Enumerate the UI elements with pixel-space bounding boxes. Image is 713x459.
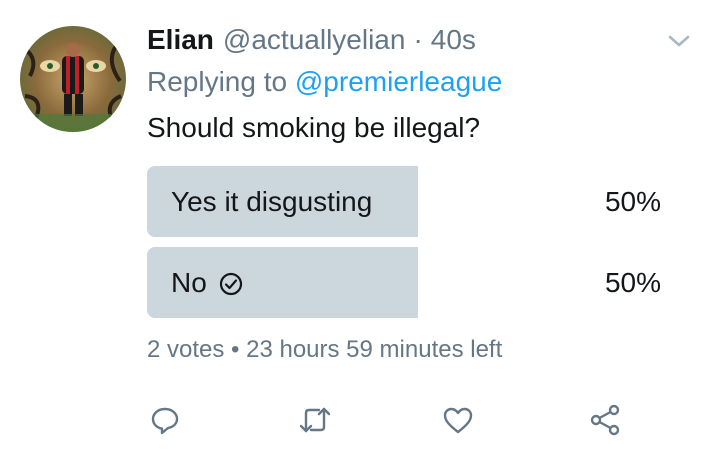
poll-option-percent: 50% bbox=[604, 266, 661, 298]
user-name[interactable]: Elian bbox=[147, 24, 214, 56]
tweet-text: Should smoking be illegal? bbox=[147, 112, 481, 143]
chevron-down-icon[interactable] bbox=[664, 30, 694, 52]
reply-handle-link[interactable]: @premierleague bbox=[295, 66, 502, 97]
retweet-icon[interactable] bbox=[297, 402, 333, 438]
check-circle-icon bbox=[219, 271, 243, 295]
poll-option-text: No bbox=[171, 266, 207, 298]
tweet-timestamp[interactable]: 40s bbox=[431, 24, 476, 56]
poll-option: Yes it disgusting 50% bbox=[147, 166, 673, 237]
tweet-card[interactable]: Elian @actuallyelian · 40s Replying to @… bbox=[0, 0, 713, 459]
poll-option-label: No bbox=[171, 247, 243, 318]
header-separator: · bbox=[413, 24, 423, 55]
poll-meta: 2 votes • 23 hours 59 minutes left bbox=[147, 336, 503, 363]
tweet-actions bbox=[147, 402, 637, 442]
user-handle[interactable]: @actuallyelian bbox=[223, 24, 406, 56]
replying-to-label: Replying to bbox=[147, 66, 288, 97]
poll-option: No 50% bbox=[147, 247, 673, 318]
replying-to: Replying to @premierleague bbox=[147, 66, 502, 98]
poll-option-percent: 50% bbox=[604, 185, 661, 217]
poll-option-label: Yes it disgusting bbox=[171, 166, 372, 237]
heart-icon[interactable] bbox=[440, 402, 476, 438]
share-icon[interactable] bbox=[587, 402, 623, 438]
avatar[interactable] bbox=[20, 26, 126, 132]
tweet-header: Elian @actuallyelian · 40s bbox=[147, 20, 476, 60]
poll-option-text: Yes it disgusting bbox=[171, 185, 373, 217]
reply-icon[interactable] bbox=[147, 402, 183, 438]
